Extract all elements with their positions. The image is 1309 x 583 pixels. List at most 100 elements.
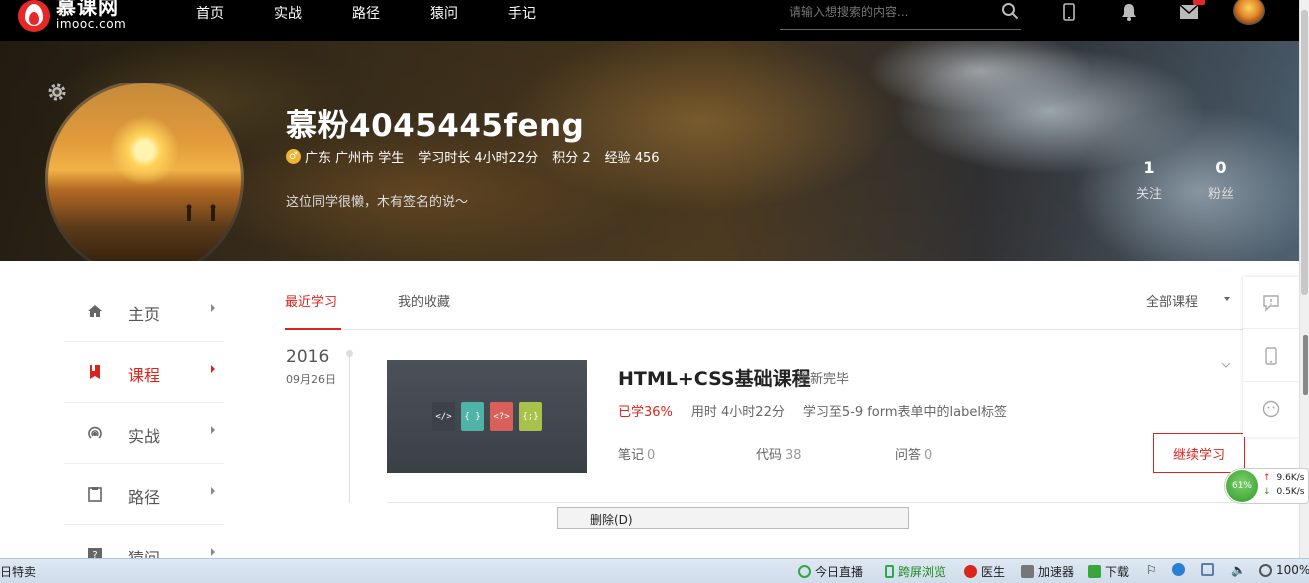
nav-notes[interactable]: 手记 bbox=[508, 3, 536, 23]
scrollbar-marker bbox=[1303, 335, 1308, 395]
cross-screen-link[interactable]: 跨屏浏览 bbox=[885, 563, 946, 580]
gear-icon[interactable] bbox=[46, 81, 68, 103]
context-menu-delete[interactable]: 删除(D) bbox=[590, 511, 633, 528]
experience: 经验 456 bbox=[604, 151, 660, 166]
following-stat[interactable]: 1 关注 bbox=[1129, 158, 1169, 202]
divider bbox=[387, 502, 1245, 503]
course-progress-row: 已学36% 用时 4小时22分 学习至5-9 form表单中的label标签 bbox=[618, 401, 1025, 420]
code-count: 38 bbox=[785, 448, 802, 463]
last-lesson[interactable]: 学习至5-9 form表单中的label标签 bbox=[803, 401, 1007, 420]
location: 广东 广州市 学生 bbox=[305, 151, 405, 166]
volume-icon[interactable]: 🔈 bbox=[1231, 563, 1246, 577]
gender-icon: ♂ bbox=[286, 149, 301, 164]
course-tabs: 最近学习 我的收藏 全部课程 bbox=[285, 261, 1245, 330]
sidebar-item-courses[interactable]: 课程 bbox=[64, 342, 224, 403]
window-icon[interactable] bbox=[1201, 563, 1218, 576]
course-thumbnail[interactable]: </> { } <?> {;} bbox=[387, 360, 587, 473]
bell-icon[interactable] bbox=[1117, 0, 1141, 24]
nav-practice[interactable]: 实战 bbox=[274, 3, 302, 23]
sidebar-item-label: 路径 bbox=[128, 488, 161, 507]
live-link[interactable]: 今日直播 bbox=[798, 563, 863, 580]
broadcast-icon bbox=[88, 426, 102, 439]
home-icon bbox=[88, 305, 102, 317]
ie-icon[interactable] bbox=[1172, 563, 1189, 576]
fans-count: 0 bbox=[1215, 158, 1227, 177]
tab-favorites[interactable]: 我的收藏 bbox=[398, 291, 450, 310]
progress-percent: 已学36% bbox=[618, 405, 673, 420]
timeline-dot bbox=[346, 350, 353, 357]
study-time: 学习时长 4小时22分 bbox=[418, 151, 539, 166]
notes-count-link[interactable]: 笔记 0 bbox=[618, 444, 655, 463]
qa-count: 0 bbox=[924, 448, 933, 463]
sidebar-item-home[interactable]: 主页 bbox=[64, 281, 224, 342]
feedback-icon bbox=[1263, 294, 1279, 312]
profile-meta: ♂ 广东 广州市 学生 学习时长 4小时22分 积分 2 经验 456 bbox=[286, 147, 674, 166]
silhouette-figures bbox=[186, 204, 216, 221]
chevron-down-icon[interactable] bbox=[1221, 362, 1231, 368]
chevron-right-icon bbox=[211, 365, 215, 373]
book-icon bbox=[90, 365, 100, 379]
smile-icon bbox=[1262, 400, 1280, 418]
php-file-icon: <?> bbox=[490, 402, 513, 431]
accelerator-link[interactable]: 加速器 bbox=[1021, 563, 1074, 580]
chevron-right-icon bbox=[211, 548, 215, 556]
logo-domain: imooc.com bbox=[56, 17, 127, 31]
customer-service-button[interactable] bbox=[1243, 383, 1299, 435]
search-box bbox=[780, 0, 1021, 30]
memory-usage-badge: 61% bbox=[1226, 470, 1258, 502]
doctor-link[interactable]: 医生 bbox=[964, 563, 1005, 580]
search-input[interactable] bbox=[789, 0, 989, 24]
browser-statusbar: 日特卖 今日直播 跨屏浏览 医生 加速器 下载 ⚐ 🔈 100% bbox=[0, 558, 1309, 583]
mobile-icon[interactable] bbox=[1057, 0, 1081, 24]
feedback-button[interactable] bbox=[1243, 277, 1299, 329]
fans-stat[interactable]: 0 粉丝 bbox=[1201, 158, 1241, 202]
timeline-year: 2016 bbox=[286, 347, 330, 367]
css-file-icon: { } bbox=[461, 402, 484, 431]
timeline-date: 09月26日 bbox=[286, 373, 336, 386]
js-file-icon: {;} bbox=[519, 402, 542, 431]
continue-learning-button[interactable]: 继续学习 bbox=[1153, 433, 1245, 473]
zoom-control[interactable]: 100% bbox=[1259, 563, 1309, 577]
course-title[interactable]: HTML+CSS基础课程 bbox=[618, 364, 811, 391]
mobile-icon bbox=[1265, 346, 1277, 365]
nav-qa[interactable]: 猿问 bbox=[430, 3, 458, 23]
mail-badge bbox=[1193, 0, 1205, 5]
nav-home[interactable]: 首页 bbox=[196, 3, 224, 23]
chevron-right-icon bbox=[211, 304, 215, 312]
flame-logo-icon bbox=[16, 0, 52, 33]
search-icon[interactable] bbox=[1001, 2, 1019, 20]
signature: 这位同学很懒，木有签名的说～ bbox=[286, 195, 469, 210]
network-speed-widget[interactable]: 61% ↑ 9.6K/s ↓ 0.5K/s bbox=[1224, 468, 1309, 504]
profile-banner: 慕粉4045445feng ♂ 广东 广州市 学生 学习时长 4小时22分 积分… bbox=[0, 41, 1309, 261]
download-link[interactable]: 下载 bbox=[1088, 563, 1129, 580]
points: 积分 2 bbox=[552, 151, 591, 166]
caret-down-icon bbox=[1224, 297, 1230, 301]
time-spent: 用时 4小时22分 bbox=[690, 405, 785, 420]
qa-count-link[interactable]: 问答 0 bbox=[895, 444, 932, 463]
scrollbar-thumb[interactable] bbox=[1301, 10, 1308, 295]
daily-deals-link[interactable]: 日特卖 bbox=[0, 563, 36, 580]
course-filter-dropdown[interactable]: 全部课程 bbox=[1146, 291, 1198, 310]
top-navbar: 慕课网 imooc.com 首页 实战 路径 猿问 手记 bbox=[0, 0, 1309, 41]
user-avatar[interactable] bbox=[1233, 0, 1265, 25]
flag-icon[interactable]: ⚐ bbox=[1146, 563, 1157, 577]
notes-label: 笔记 bbox=[618, 448, 645, 463]
sidebar-item-label: 主页 bbox=[128, 305, 161, 324]
username: 慕粉4045445feng bbox=[286, 108, 585, 144]
nav-path[interactable]: 路径 bbox=[352, 3, 380, 23]
rocket-icon bbox=[1021, 565, 1034, 578]
download-speed: ↓ 0.5K/s bbox=[1263, 487, 1305, 497]
following-label: 关注 bbox=[1135, 187, 1162, 202]
mobile-app-button[interactable] bbox=[1243, 330, 1299, 382]
logo-title: 慕课网 bbox=[56, 0, 119, 19]
site-logo[interactable]: 慕课网 imooc.com bbox=[16, 0, 126, 33]
phone-icon bbox=[885, 565, 894, 578]
code-count-link[interactable]: 代码 38 bbox=[756, 444, 802, 463]
tab-recent[interactable]: 最近学习 bbox=[285, 291, 337, 310]
sidebar-item-label: 课程 bbox=[128, 366, 161, 385]
sidebar-item-label: 实战 bbox=[128, 427, 161, 446]
sidebar-item-path[interactable]: 路径 bbox=[64, 464, 224, 525]
sidebar-item-practice[interactable]: 实战 bbox=[64, 403, 224, 464]
active-tab-indicator bbox=[285, 328, 341, 330]
course-status: 更新完毕 bbox=[797, 372, 850, 387]
